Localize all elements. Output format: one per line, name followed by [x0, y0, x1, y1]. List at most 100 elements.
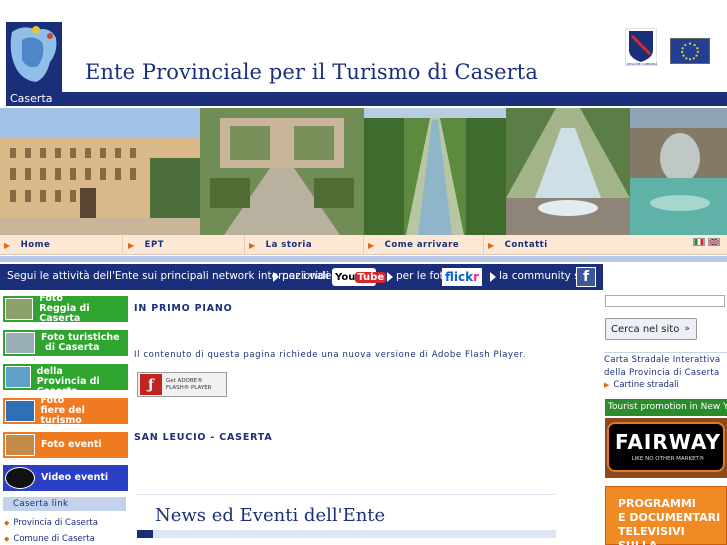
- arrow-icon: [387, 272, 393, 282]
- button-label: Video eventi: [41, 473, 108, 483]
- youtube-icon: You: [335, 271, 356, 283]
- nav-storia[interactable]: ▶ La storia: [249, 235, 312, 255]
- logo-text: Caserta: [10, 92, 53, 105]
- nav-label: Come arrivare: [384, 240, 460, 250]
- button-label: Foto eventi: [41, 440, 102, 450]
- button-foto-fiere[interactable]: Foto fiere del turismo: [3, 396, 129, 426]
- tourist-promotion-banner[interactable]: Tourist promotion in New York: [605, 399, 727, 416]
- bullet-arrow-icon: ◆: [4, 535, 10, 543]
- button-line1: Foto eventi: [41, 439, 102, 450]
- thumbnail-icon: [5, 298, 34, 320]
- flash-button-text: Get ADOBE® FLASH® PLAYER: [166, 378, 212, 392]
- eu-flag-icon: [670, 38, 710, 64]
- search-button[interactable]: Cerca nel sito »: [605, 318, 697, 340]
- search-input[interactable]: [605, 295, 725, 307]
- social-video-label: per i video: [282, 270, 338, 282]
- interactive-map-link[interactable]: Carta Stradale Interattiva della Provinc…: [604, 352, 727, 380]
- chevron-right-icon: »: [684, 324, 690, 334]
- nav-divider: [244, 235, 245, 255]
- social-bar: Segui le attività dell'Ente sui principa…: [0, 264, 603, 290]
- fairway-banner[interactable]: FAIRWAY LIKE NO OTHER MARKET®: [605, 418, 727, 478]
- get-flash-player-button[interactable]: ƒ Get ADOBE® FLASH® PLAYER: [137, 372, 227, 397]
- button-foto-reggia[interactable]: Foto Reggia di Caserta: [3, 294, 128, 324]
- thumbnail-icon: [5, 366, 31, 388]
- photo-reggia-aerial: [200, 108, 364, 235]
- social-intro: Segui le attività dell'Ente sui principa…: [7, 270, 330, 282]
- button-line2: di Caserta: [45, 342, 100, 353]
- flickr-icon-r: r: [473, 270, 480, 284]
- in-primo-piano-heading: IN PRIMO PIANO: [134, 303, 233, 314]
- decorative-stripe: [0, 256, 727, 262]
- button-foto-turistiche-caserta[interactable]: Foto turistiche di Caserta: [3, 330, 128, 356]
- flash-required-message: Il contenuto di questa pagina richiede u…: [134, 350, 527, 360]
- news-underline: [137, 530, 556, 538]
- arrow-icon: [490, 272, 496, 282]
- site-title: Ente Provinciale per il Turismo di Caser…: [85, 60, 538, 84]
- nav-come-arrivare[interactable]: ▶ Come arrivare: [368, 235, 459, 255]
- caserta-logo[interactable]: Caserta: [6, 22, 62, 106]
- button-line2: Reggia di Caserta: [39, 303, 90, 324]
- youtube-button[interactable]: You Tube: [332, 268, 387, 286]
- photo-fountain-stairs: [506, 108, 630, 235]
- photo-strip: [0, 108, 727, 235]
- button-line2: Provincia di Caserta: [36, 376, 100, 397]
- main-nav: ▶ Home ▶ EPT ▶ La storia ▶ Come arrivare…: [0, 235, 727, 255]
- uk-flag-icon[interactable]: [708, 238, 720, 246]
- button-label: Foto fiere del turismo: [41, 396, 129, 426]
- button-line1: Video eventi: [41, 472, 109, 483]
- thumbnail-icon: [5, 400, 35, 422]
- nav-contatti[interactable]: ▶ Contatti: [488, 235, 548, 255]
- button-foto-eventi[interactable]: Foto eventi: [3, 432, 128, 458]
- arrow-icon: [273, 272, 279, 282]
- san-leucio-heading: SAN LEUCIO - CASERTA: [134, 432, 273, 443]
- news-underline-accent: [137, 530, 153, 538]
- nav-label: Home: [20, 240, 51, 250]
- cartine-stradali-link[interactable]: ▶ Cartine stradali: [604, 380, 679, 390]
- nav-arrow-icon: ▶: [488, 240, 495, 250]
- search-button-label: Cerca nel sito: [611, 323, 680, 335]
- nav-label: Contatti: [504, 240, 548, 250]
- photo-fountain-statues: [630, 108, 727, 235]
- button-line1: Foto turistiche della: [36, 356, 116, 377]
- flash-line2: FLASH® PLAYER: [166, 384, 212, 391]
- button-video-eventi[interactable]: Video eventi: [3, 465, 128, 491]
- nav-arrow-icon: ▶: [368, 240, 375, 250]
- nav-arrow-icon: ▶: [4, 240, 11, 250]
- thumbnail-icon: [5, 434, 35, 456]
- italian-flag-icon[interactable]: [693, 238, 705, 246]
- nav-label: EPT: [144, 240, 164, 250]
- news-heading: News ed Eventi dell'Ente: [155, 505, 386, 526]
- fairway-logo: FAIRWAY LIKE NO OTHER MARKET®: [607, 422, 725, 472]
- nav-home[interactable]: ▶ Home: [4, 235, 50, 255]
- nav-arrow-icon: ▶: [128, 240, 135, 250]
- programmi-text: PROGRAMMI E DOCUMENTARI TELEVISIVI SULLA…: [618, 497, 721, 545]
- language-switcher: [693, 238, 720, 246]
- facebook-icon[interactable]: f: [576, 267, 596, 287]
- link-label: Comune di Caserta: [13, 534, 95, 544]
- region-label: REGIONE CAMPANIA: [627, 62, 657, 66]
- fairway-name: FAIRWAY: [615, 430, 721, 454]
- photo-reggia-facade: [0, 108, 200, 235]
- flickr-button[interactable]: flick r: [442, 268, 482, 286]
- button-line2: fiere del turismo: [40, 405, 85, 426]
- photo-grand-cascade: [364, 108, 506, 235]
- flash-logo-icon: ƒ: [140, 374, 162, 395]
- nav-divider: [363, 235, 364, 255]
- link-provincia-caserta[interactable]: ◆ Provincia di Caserta: [4, 518, 98, 528]
- flickr-icon: flick: [444, 270, 474, 284]
- header-blue-strip: [61, 92, 727, 106]
- fairway-tagline: LIKE NO OTHER MARKET®: [631, 456, 705, 462]
- flash-line1: Get ADOBE®: [166, 377, 203, 384]
- regione-campania-logo[interactable]: REGIONE CAMPANIA: [625, 28, 657, 66]
- page: Caserta Ente Provinciale per il Turismo …: [0, 0, 727, 545]
- link-comune-caserta[interactable]: ◆ Comune di Caserta: [4, 534, 95, 544]
- nav-divider: [483, 235, 484, 255]
- caserta-link-header: Caserta link: [3, 497, 126, 511]
- button-foto-provincia[interactable]: Foto turistiche della Provincia di Caser…: [3, 357, 128, 397]
- link-label: Provincia di Caserta: [13, 518, 98, 528]
- programmi-banner[interactable]: PROGRAMMI E DOCUMENTARI TELEVISIVI SULLA…: [605, 486, 727, 545]
- button-label: Foto turistiche di Caserta: [41, 333, 120, 353]
- button-label: Foto turistiche della Provincia di Caser…: [37, 357, 128, 397]
- nav-ept[interactable]: ▶ EPT: [128, 235, 164, 255]
- thumbnail-icon: [5, 332, 35, 354]
